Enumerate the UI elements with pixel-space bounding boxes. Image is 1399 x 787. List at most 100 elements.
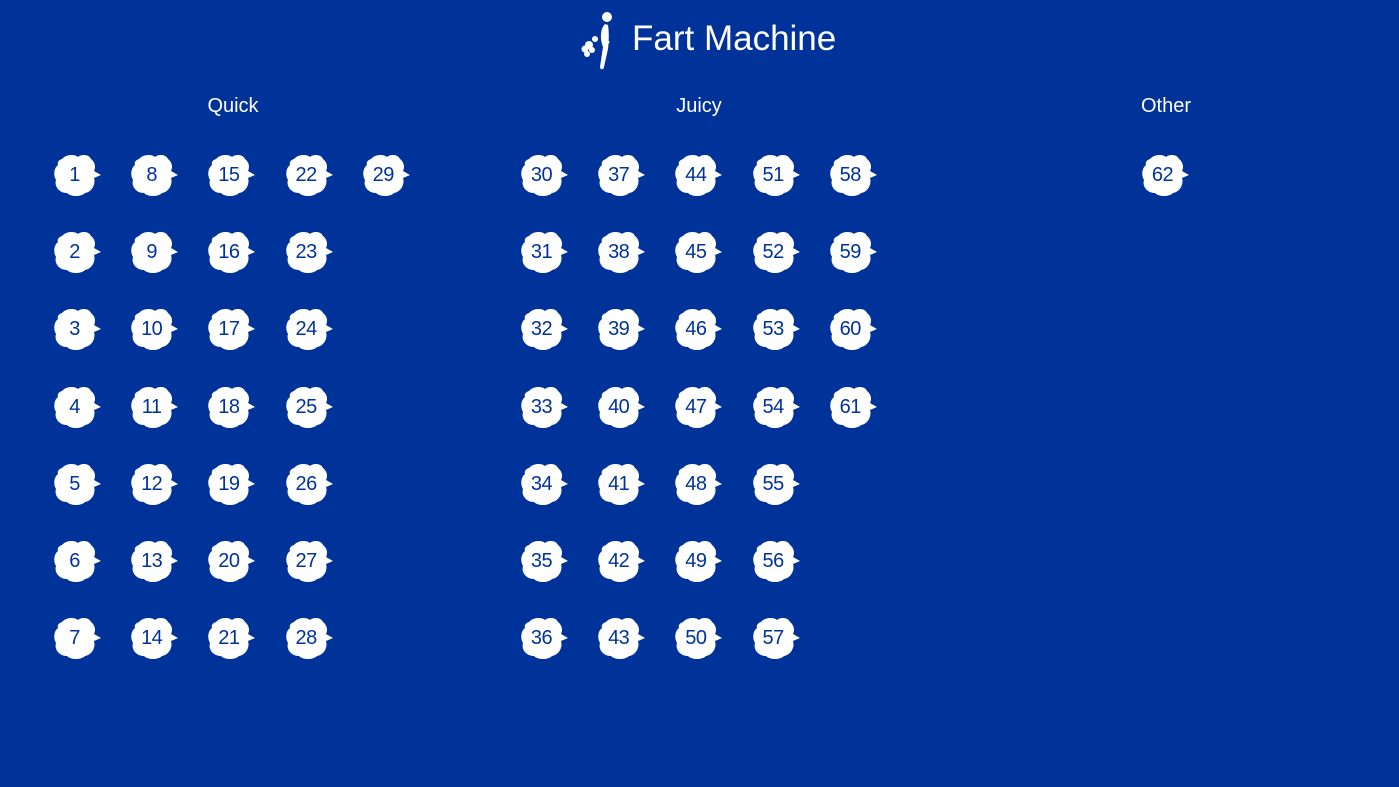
sound-tile-22[interactable]: 22 (285, 153, 335, 197)
sound-tile-31[interactable]: 31 (520, 230, 570, 274)
sound-tile-55[interactable]: 55 (752, 462, 802, 506)
sound-tile-54[interactable]: 54 (752, 385, 802, 429)
sound-tile-2[interactable]: 2 (53, 230, 103, 274)
sound-tile-label: 26 (295, 472, 317, 495)
sound-tile-51[interactable]: 51 (752, 153, 802, 197)
sound-tile-46[interactable]: 46 (674, 307, 724, 351)
sound-tile-label: 17 (218, 318, 240, 341)
sound-tile-10[interactable]: 10 (130, 307, 180, 351)
sound-tile-label: 20 (218, 550, 240, 572)
sound-tile-label: 14 (141, 627, 163, 650)
sound-tile-14[interactable]: 14 (130, 616, 180, 660)
sound-tile-48[interactable]: 48 (674, 462, 724, 506)
sound-tile-39[interactable]: 39 (597, 307, 647, 351)
sound-tile-label: 19 (218, 472, 240, 495)
sound-tile-8[interactable]: 8 (130, 153, 180, 197)
sound-tile-15[interactable]: 15 (207, 153, 257, 197)
sound-tile-label: 55 (762, 472, 784, 495)
sound-tile-32[interactable]: 32 (520, 307, 570, 351)
sound-tile-11[interactable]: 11 (130, 385, 180, 429)
sound-tile-33[interactable]: 33 (520, 385, 570, 429)
sound-tile-47[interactable]: 47 (674, 385, 724, 429)
sound-tile-59[interactable]: 59 (829, 230, 879, 274)
sound-tile-label: 54 (762, 395, 784, 418)
sound-tile-62[interactable]: 62 (1141, 153, 1191, 197)
sound-tile-56[interactable]: 56 (752, 539, 802, 583)
sound-tile-41[interactable]: 41 (597, 462, 647, 506)
sound-tile-label: 38 (608, 241, 630, 264)
sound-tile-label: 41 (608, 472, 630, 495)
sound-tile-36[interactable]: 36 (520, 616, 570, 660)
sound-tile-12[interactable]: 12 (130, 462, 180, 506)
sound-tile-label: 62 (1151, 164, 1174, 186)
sound-tile-53[interactable]: 53 (752, 307, 802, 351)
sound-tile-label: 2 (69, 241, 80, 264)
sound-tile-57[interactable]: 57 (752, 616, 802, 660)
sound-tile-1[interactable]: 1 (53, 153, 103, 197)
sound-tile-58[interactable]: 58 (829, 153, 879, 197)
sound-tile-49[interactable]: 49 (674, 539, 724, 583)
sound-tile-13[interactable]: 13 (130, 539, 180, 583)
sound-tile-label: 18 (218, 395, 240, 418)
sound-tile-17[interactable]: 17 (207, 307, 257, 351)
sound-tile-37[interactable]: 37 (597, 153, 647, 197)
group-title: Quick (207, 95, 259, 117)
sound-tile-50[interactable]: 50 (674, 616, 724, 660)
sound-tile-27[interactable]: 27 (285, 539, 335, 583)
sound-tile-40[interactable]: 40 (597, 385, 647, 429)
sound-tile-26[interactable]: 26 (285, 462, 335, 506)
sound-tile-52[interactable]: 52 (752, 230, 802, 274)
sound-tile-label: 21 (218, 627, 240, 650)
sound-tile-35[interactable]: 35 (520, 539, 570, 583)
sound-tile-5[interactable]: 5 (53, 462, 103, 506)
sound-tile-44[interactable]: 44 (674, 153, 724, 197)
sound-tile-label: 9 (146, 241, 157, 264)
sound-tile-label: 57 (762, 627, 784, 650)
sound-tile-label: 25 (295, 395, 317, 418)
sound-tile-19[interactable]: 19 (207, 462, 257, 506)
sound-tile-6[interactable]: 6 (53, 539, 103, 583)
sound-tile-61[interactable]: 61 (829, 385, 879, 429)
sound-tile-label: 45 (685, 241, 707, 264)
sound-tile-7[interactable]: 7 (53, 616, 103, 660)
sound-tile-30[interactable]: 30 (520, 153, 570, 197)
sound-tile-label: 51 (762, 164, 784, 186)
sound-tile-34[interactable]: 34 (520, 462, 570, 506)
sound-tile-29[interactable]: 29 (362, 153, 412, 197)
sound-tile-9[interactable]: 9 (130, 230, 180, 274)
sound-tile-42[interactable]: 42 (597, 539, 647, 583)
sound-tile-16[interactable]: 16 (207, 230, 257, 274)
sound-tile-23[interactable]: 23 (285, 230, 335, 274)
person-farting-icon (581, 12, 612, 70)
sound-tile-label: 7 (69, 627, 80, 650)
sound-tile-4[interactable]: 4 (53, 385, 103, 429)
app-title: Fart Machine (632, 19, 837, 58)
sound-tile-label: 8 (146, 164, 157, 186)
sound-tile-60[interactable]: 60 (829, 307, 879, 351)
group-title: Juicy (676, 95, 722, 117)
sound-tile-21[interactable]: 21 (207, 616, 257, 660)
sound-tile-label: 31 (530, 241, 553, 264)
sound-tile-label: 5 (69, 472, 80, 495)
sound-tile-label: 61 (839, 395, 862, 418)
sound-tile-45[interactable]: 45 (674, 230, 724, 274)
group-title: Other (1140, 95, 1192, 117)
sound-tile-18[interactable]: 18 (207, 385, 257, 429)
sound-tile-label: 48 (685, 472, 707, 495)
sound-tile-43[interactable]: 43 (597, 616, 647, 660)
sound-tile-label: 30 (530, 164, 553, 186)
sound-tile-25[interactable]: 25 (285, 385, 335, 429)
sound-tile-label: 53 (762, 318, 784, 341)
sound-tile-3[interactable]: 3 (53, 307, 103, 351)
sound-tile-28[interactable]: 28 (285, 616, 335, 660)
sound-tile-label: 43 (608, 627, 630, 650)
sound-tile-38[interactable]: 38 (597, 230, 647, 274)
sound-tile-label: 3 (69, 318, 80, 341)
sound-tile-label: 50 (685, 627, 707, 650)
sound-tile-24[interactable]: 24 (285, 307, 335, 351)
sound-tile-label: 29 (372, 164, 395, 186)
sound-tile-20[interactable]: 20 (207, 539, 257, 583)
sound-tile-label: 42 (608, 550, 630, 572)
sound-tile-label: 10 (141, 318, 163, 341)
app-header: Fart Machine (578, 8, 836, 72)
